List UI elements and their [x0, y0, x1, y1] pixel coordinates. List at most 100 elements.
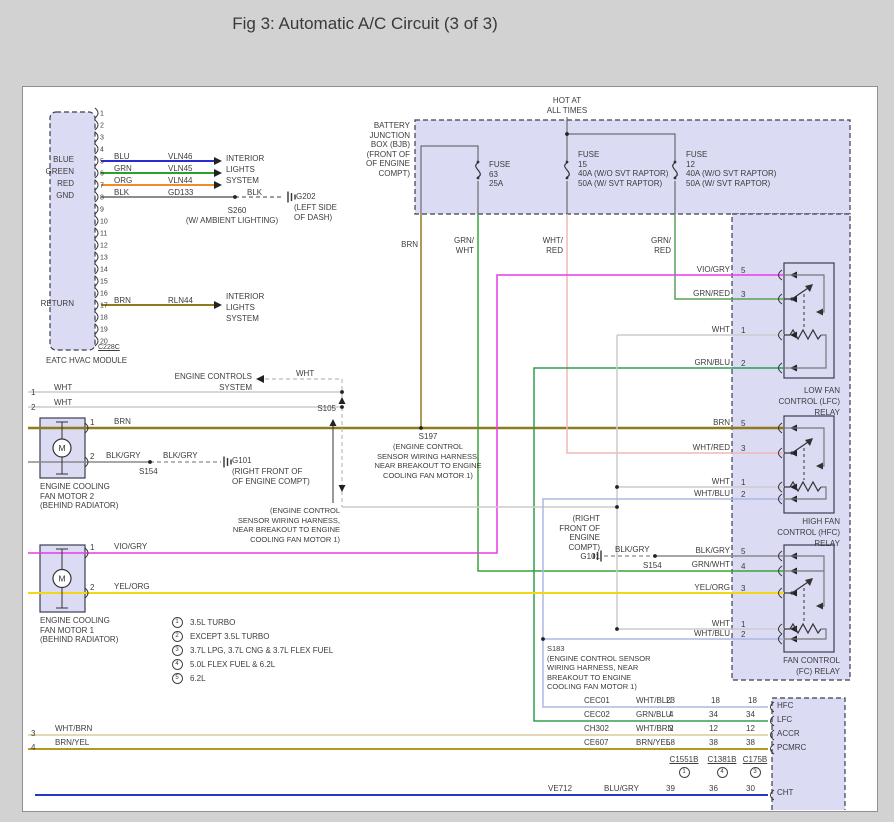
wire-color: WHT/BLU	[694, 489, 730, 499]
wire-color: WHT	[54, 398, 72, 408]
pin-num: 30	[746, 784, 755, 794]
eatc-module-label: EATC HVAC MODULE	[46, 356, 127, 366]
pin-label-blue: BLUE	[53, 155, 74, 165]
pin-num: 38	[709, 738, 718, 748]
splice-s183-note: S183 (ENGINE CONTROL SENSOR WIRING HARNE…	[547, 644, 650, 692]
g101-note: (RIGHT FRONT OF OF ENGINE COMPT)	[232, 467, 310, 486]
offpage-ref: 3	[31, 729, 35, 739]
pin-num: 38	[746, 738, 755, 748]
motor-pin: 1	[90, 543, 94, 553]
pcm-pin-lfc: LFC	[777, 715, 792, 725]
offpage-ref: 1	[31, 388, 35, 398]
wire-color: GRN/BLU	[636, 710, 672, 720]
wire-color: WHT	[54, 383, 72, 393]
note-4: 5.0L FLEX FUEL & 6.2L	[190, 660, 275, 670]
wire-id: VE712	[548, 784, 572, 794]
ground-g202: G202	[296, 192, 316, 202]
pin-num: 18	[711, 696, 720, 706]
wire-id: VLN45	[168, 164, 192, 174]
pcm-pin-cht: CHT	[777, 788, 793, 798]
fuse-63-label: FUSE 63 25A	[489, 160, 510, 189]
wire-color: BLU/GRY	[604, 784, 639, 794]
connector-c1381b: C1381B	[708, 755, 737, 765]
wire-color: VIO/GRY	[697, 265, 730, 275]
wire-id: GD133	[168, 188, 193, 198]
wire-id: VLN46	[168, 152, 192, 162]
circled-note-2: 2	[172, 631, 183, 642]
hfc-relay-label: HIGH FAN CONTROL (HFC) RELAY	[777, 516, 840, 549]
wire-color: BLK/GRY	[106, 451, 141, 461]
fuse-12-label: FUSE 12 40A (W/O SVT RAPTOR) 50A (W/ SVT…	[686, 150, 776, 188]
pin-num: 36	[709, 784, 718, 794]
pin-num: 12	[709, 724, 718, 734]
circled-note-4: 4	[172, 659, 183, 670]
motor-pin: 2	[90, 583, 94, 593]
circled-note-1: 1	[679, 767, 690, 778]
splice-s154: S154	[139, 467, 158, 477]
wire-color: BRN/YEL	[55, 738, 89, 748]
page: { "title": "Fig 3: Automatic A/C Circuit…	[0, 0, 894, 822]
interior-lights-system-label: INTERIOR LIGHTS SYSTEM	[226, 153, 264, 186]
splice-s105: S105	[317, 404, 336, 414]
wire-color: BLK/GRY	[695, 546, 730, 556]
motor-pin: 1	[90, 418, 94, 428]
wire-color: VIO/GRY	[114, 542, 147, 552]
wire-color: BRN	[713, 418, 730, 428]
note-1: 3.5L TURBO	[190, 618, 235, 628]
engine-controls-system-label: ENGINE CONTROLS SYSTEM	[175, 371, 252, 393]
wire-color: BLK	[247, 188, 262, 198]
relay-pin: 5	[741, 547, 745, 557]
wire-color: GRN/ RED	[651, 236, 671, 255]
wire-color: WHT/BRN	[636, 724, 673, 734]
circled-note-3: 3	[750, 767, 761, 778]
pin-label-return: RETURN	[41, 299, 74, 309]
wire-color: GRN/BLU	[694, 358, 730, 368]
wire-id: CEC01	[584, 696, 610, 706]
pin-label-gnd: GND	[56, 191, 74, 201]
pcm-pin-hfc: HFC	[777, 701, 793, 711]
wire-color: WHT	[712, 325, 730, 335]
note-3: 3.7L LPG, 3.7L CNG & 3.7L FLEX FUEL	[190, 646, 333, 656]
wire-color: GRN/ WHT	[454, 236, 474, 255]
wire-color: BRN	[114, 417, 131, 427]
bjb-label: BATTERY JUNCTION BOX (BJB) (FRONT OF OF …	[366, 121, 410, 178]
wire-color: WHT/ RED	[543, 236, 563, 255]
splice-s154: S154	[643, 561, 662, 571]
circled-note-3: 3	[172, 645, 183, 656]
wire-color: BLU	[114, 152, 130, 162]
wire-color: GRN	[114, 164, 132, 174]
relay-pin: 4	[741, 562, 745, 572]
pin-num: 39	[666, 784, 675, 794]
pin-num: 4	[669, 710, 673, 720]
hot-at-all-times: HOT AT ALL TIMES	[547, 96, 587, 115]
wire-id: CEC02	[584, 710, 610, 720]
wire-color: WHT/BLU	[694, 629, 730, 639]
wire-id: CH302	[584, 724, 609, 734]
relay-pin: 1	[741, 478, 745, 488]
wire-id: VLN44	[168, 176, 192, 186]
pin-label-green: GREEN	[46, 167, 74, 177]
wire-color: ORG	[114, 176, 132, 186]
note-5: 6.2L	[190, 674, 206, 684]
connector-c1551b: C1551B	[670, 755, 699, 765]
connector-c175b: C175B	[743, 755, 767, 765]
pcm-pin-pcmrc: PCMRC	[777, 743, 806, 753]
pin-num: 18	[748, 696, 757, 706]
wire-color: GRN/WHT	[692, 560, 730, 570]
g202-note: (LEFT SIDE OF DASH)	[294, 203, 337, 222]
wire-id: CE607	[584, 738, 608, 748]
pin-num: 34	[746, 710, 755, 720]
wire-color: GRN/RED	[693, 289, 730, 299]
g101-right-label: (RIGHT FRONT OF ENGINE COMPT) G101	[559, 514, 600, 562]
pin-num: 58	[666, 738, 675, 748]
relay-pin: 3	[741, 290, 745, 300]
relay-pin: 2	[741, 359, 745, 369]
wire-color: YEL/ORG	[114, 582, 150, 592]
pin-num: 12	[746, 724, 755, 734]
pcm-pin-accr: ACCR	[777, 729, 800, 739]
relay-pin: 2	[741, 630, 745, 640]
note-2: EXCEPT 3.5L TURBO	[190, 632, 269, 642]
wire-color: WHT/BRN	[55, 724, 92, 734]
wire-color: BRN	[401, 240, 418, 250]
fuse-15-label: FUSE 15 40A (W/O SVT RAPTOR) 50A (W/ SVT…	[578, 150, 668, 188]
